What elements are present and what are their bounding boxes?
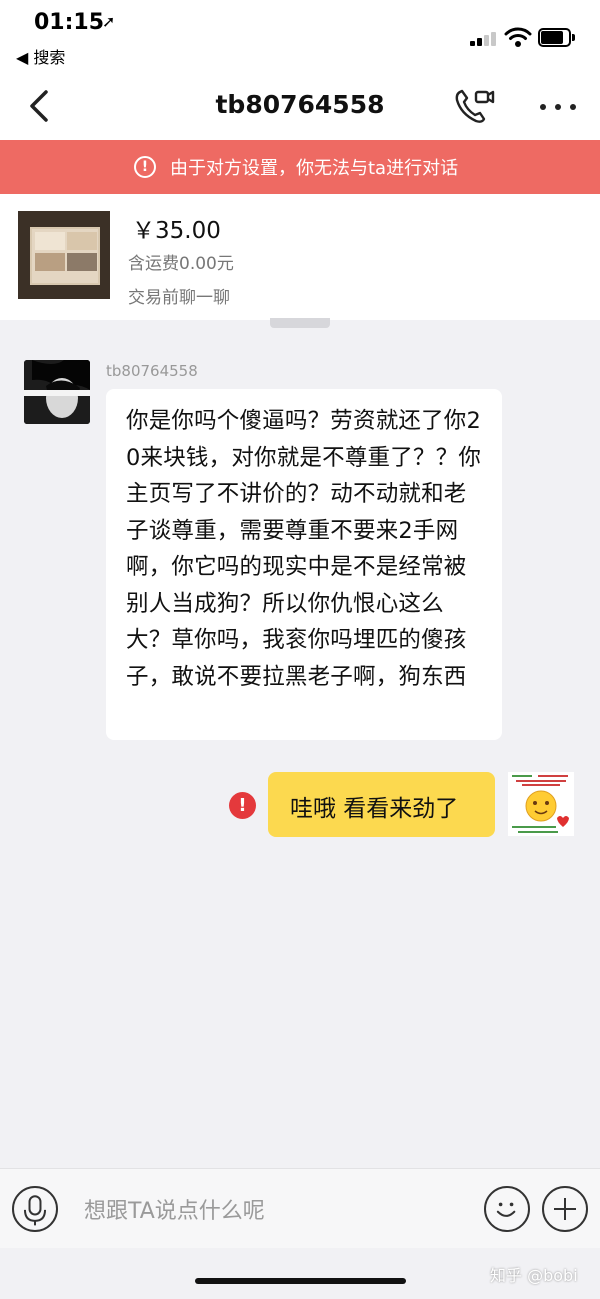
error-exclamation-icon[interactable]: ! (229, 792, 256, 819)
product-thumbnail[interactable] (18, 211, 110, 299)
sender-name: tb80764558 (106, 362, 198, 380)
smiley-icon[interactable] (484, 1186, 530, 1232)
message-text: 你是你吗个傻逼吗？劳资就还了你20来块钱，对你就是不尊重了？？你主页写了不讲价的… (126, 408, 482, 690)
status-time: 01:15 (34, 10, 105, 35)
watermark: 知乎 @bobi (490, 1266, 578, 1285)
chat-title: tb80764558 (215, 90, 385, 119)
my-avatar[interactable] (508, 772, 574, 836)
microphone-icon[interactable] (12, 1186, 58, 1232)
sender-avatar[interactable] (24, 360, 90, 424)
battery-icon (538, 28, 576, 47)
status-bar: 01:15 ➚ ◀ 搜索 (0, 0, 600, 72)
location-arrow-icon: ➚ (102, 12, 116, 31)
chat-header: tb80764558 (0, 72, 600, 140)
incoming-message-bubble[interactable]: 你是你吗个傻逼吗？劳资就还了你20来块钱，对你就是不尊重了？？你主页写了不讲价的… (106, 389, 502, 740)
collapse-handle[interactable] (270, 318, 330, 328)
product-price: ￥35.00 (132, 218, 221, 244)
home-indicator[interactable] (195, 1278, 406, 1284)
phone-video-icon[interactable] (452, 86, 496, 126)
product-card[interactable]: ￥35.00 含运费0.00元 交易前聊一聊 (0, 194, 600, 320)
blocked-warning-banner: ! 由于对方设置，你无法与ta进行对话 (0, 140, 600, 194)
wifi-icon (504, 27, 532, 47)
info-circle-icon: ! (134, 156, 156, 178)
more-dots-icon[interactable] (538, 96, 578, 116)
plus-icon[interactable] (542, 1186, 588, 1232)
product-shipping: 含运费0.00元 (128, 254, 234, 274)
back-to-app-link[interactable]: ◀ 搜索 (16, 44, 65, 68)
warning-text: 由于对方设置，你无法与ta进行对话 (170, 158, 459, 179)
message-input[interactable]: 想跟TA说点什么呢 (84, 1193, 265, 1225)
outgoing-message-bubble[interactable]: 哇哦 看看来劲了 (268, 772, 495, 837)
message-text: 哇哦 看看来劲了 (290, 796, 459, 822)
cellular-signal-icon (470, 30, 498, 46)
chat-prompt: 交易前聊一聊 (128, 288, 230, 308)
input-bar: 想跟TA说点什么呢 (0, 1168, 600, 1248)
